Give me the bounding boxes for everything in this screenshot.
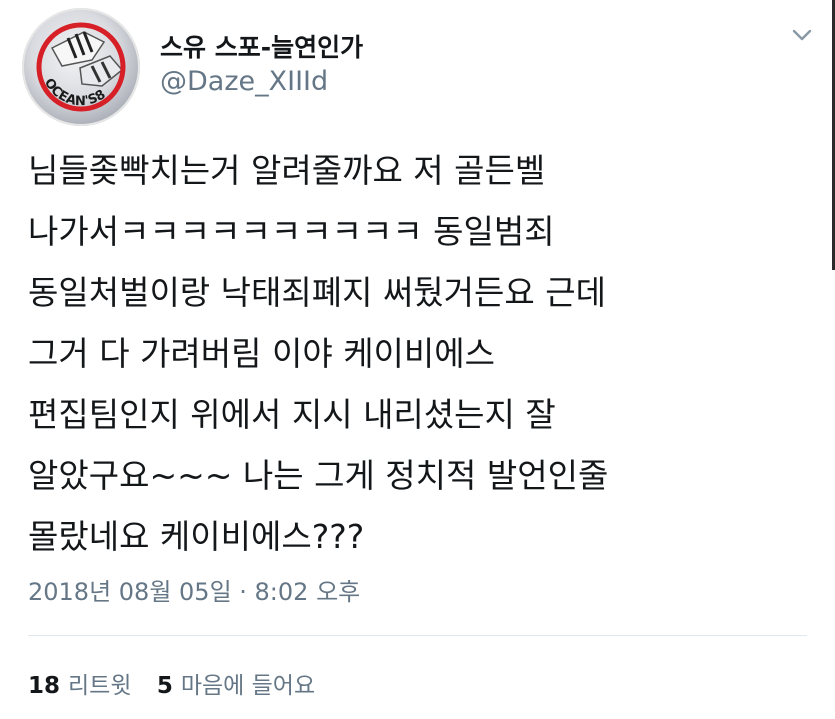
chevron-down-icon[interactable]	[788, 24, 816, 46]
like-count: 5	[156, 673, 173, 699]
tweet-line: 편집팀인지 위에서 지시 내리셨는지 잘	[28, 395, 556, 434]
tweet-line: 알았구요~~~ 나는 그게 정치적 발언인줄	[28, 456, 609, 495]
retweet-count: 18	[28, 673, 61, 699]
retweet-stat[interactable]: 18 리트윗	[28, 666, 132, 700]
tweet-line: 나가서ㅋㅋㅋㅋㅋㅋㅋㅋㅋㅋ 동일범죄	[28, 212, 555, 251]
user-handle[interactable]: @Daze_XIIId	[160, 66, 328, 97]
avatar-image: OCEAN'S8	[36, 22, 126, 112]
tweet-line: 님들좆빡치는거 알려줄까요 저 골든벨	[28, 151, 546, 190]
tweet-line: 동일처벌이랑 낙태죄폐지 써뒀거든요 근데	[28, 273, 606, 312]
tweet-timestamp[interactable]: 2018년 08월 05일 · 8:02 오후	[28, 572, 360, 607]
tweet-line: 몰랐네요 케이비에스???	[28, 517, 365, 556]
display-name[interactable]: 스유 스포-늘연인가	[160, 28, 363, 64]
tweet-stats: 18 리트윗 5 마음에 들어요	[28, 666, 333, 700]
tweet-line: 그거 다 가려버림 이야 케이비에스	[28, 334, 495, 373]
tweet-text: 님들좆빡치는거 알려줄까요 저 골든벨 나가서ㅋㅋㅋㅋㅋㅋㅋㅋㅋㅋ 동일범죄 동…	[28, 140, 808, 567]
like-stat[interactable]: 5 마음에 들어요	[157, 666, 315, 700]
divider	[28, 635, 807, 636]
like-label: 마음에 들어요	[180, 673, 316, 699]
retweet-label: 리트윗	[68, 673, 132, 699]
avatar[interactable]: OCEAN'S8	[22, 8, 140, 126]
